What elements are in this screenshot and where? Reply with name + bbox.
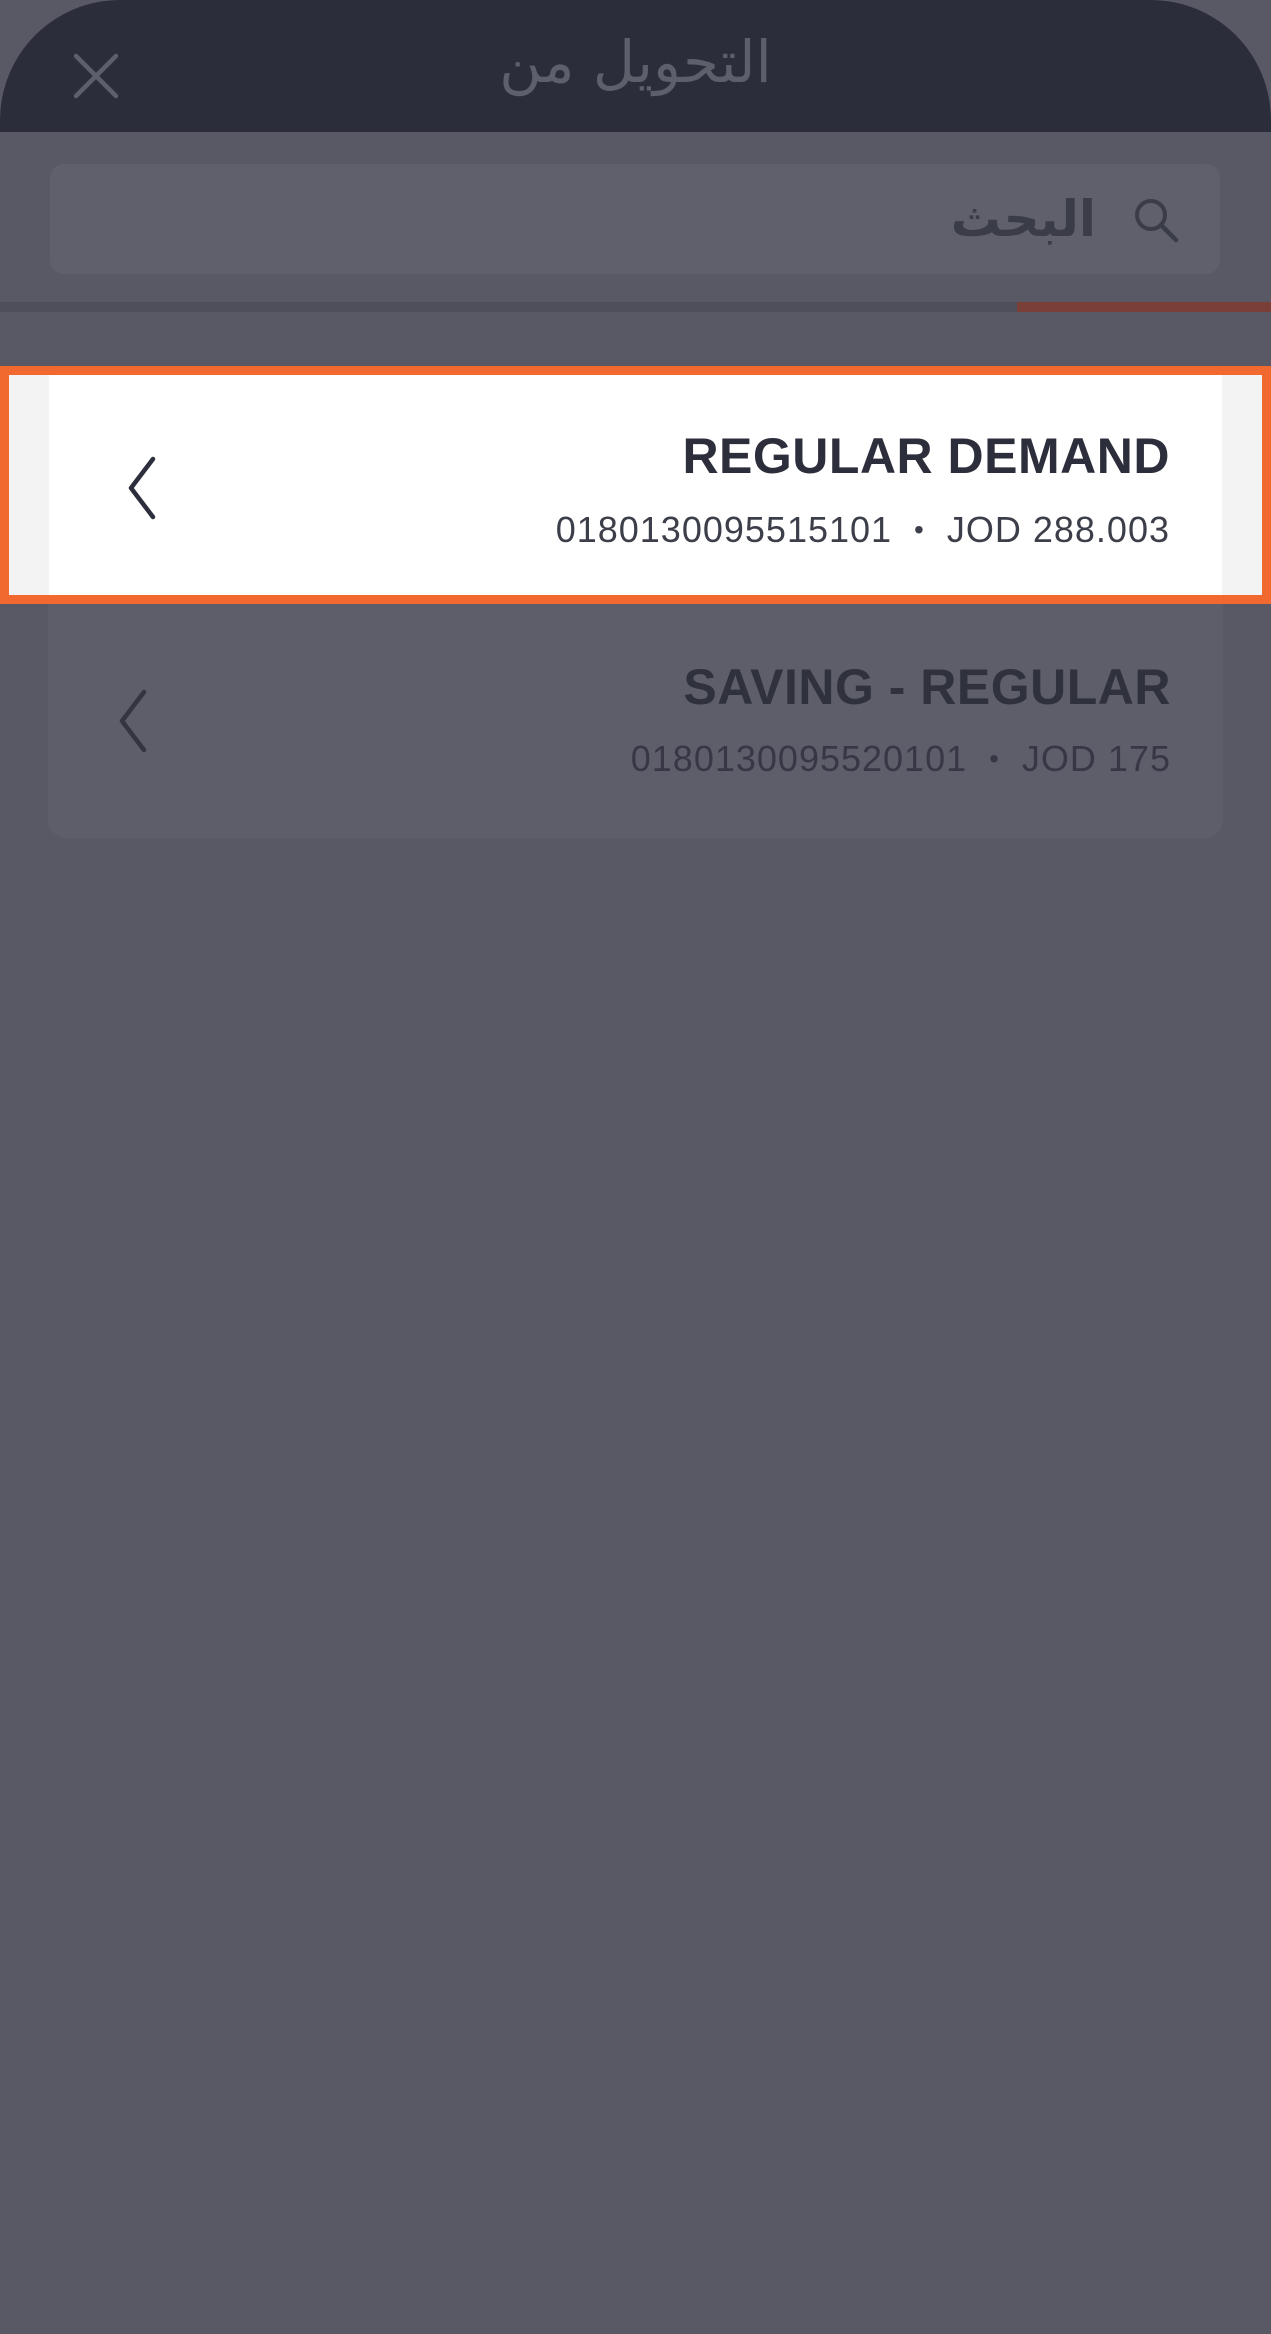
account-name: REGULAR DEMAND (682, 428, 1170, 484)
account-card: REGULAR DEMAND 0180130095515101 • JOD 28… (49, 375, 1222, 595)
account-balance: JOD 288.003 (946, 509, 1170, 550)
active-tab-indicator (1017, 302, 1271, 312)
account-details: 0180130095520101 • JOD 175 (631, 738, 1171, 780)
search-input[interactable] (136, 164, 1096, 274)
separator-dot: • (914, 514, 925, 545)
account-row-regular-demand[interactable]: REGULAR DEMAND 0180130095515101 • JOD 28… (0, 366, 1271, 604)
sheet-header: التحويل من (0, 0, 1271, 132)
account-details: 0180130095515101 • JOD 288.003 (556, 509, 1170, 551)
account-row-saving-regular[interactable]: SAVING - REGULAR 0180130095520101 • JOD … (0, 604, 1271, 838)
sheet-title: التحويل من (499, 28, 772, 96)
separator-dot: • (989, 743, 1000, 774)
chevron-left-icon (128, 456, 156, 520)
account-balance: JOD 175 (1021, 738, 1171, 779)
account-picker-sheet: التحويل من REGULAR DEMAND 01801300955151… (0, 0, 1271, 2334)
search-icon (1135, 199, 1179, 243)
account-number: 0180130095520101 (630, 738, 968, 779)
account-name: SAVING - REGULAR (683, 659, 1171, 715)
account-card: SAVING - REGULAR 0180130095520101 • JOD … (48, 604, 1223, 838)
chevron-left-icon (119, 689, 147, 753)
search-bar[interactable] (50, 164, 1220, 274)
account-list: REGULAR DEMAND 0180130095515101 • JOD 28… (0, 366, 1271, 838)
account-number: 0180130095515101 (555, 509, 893, 550)
